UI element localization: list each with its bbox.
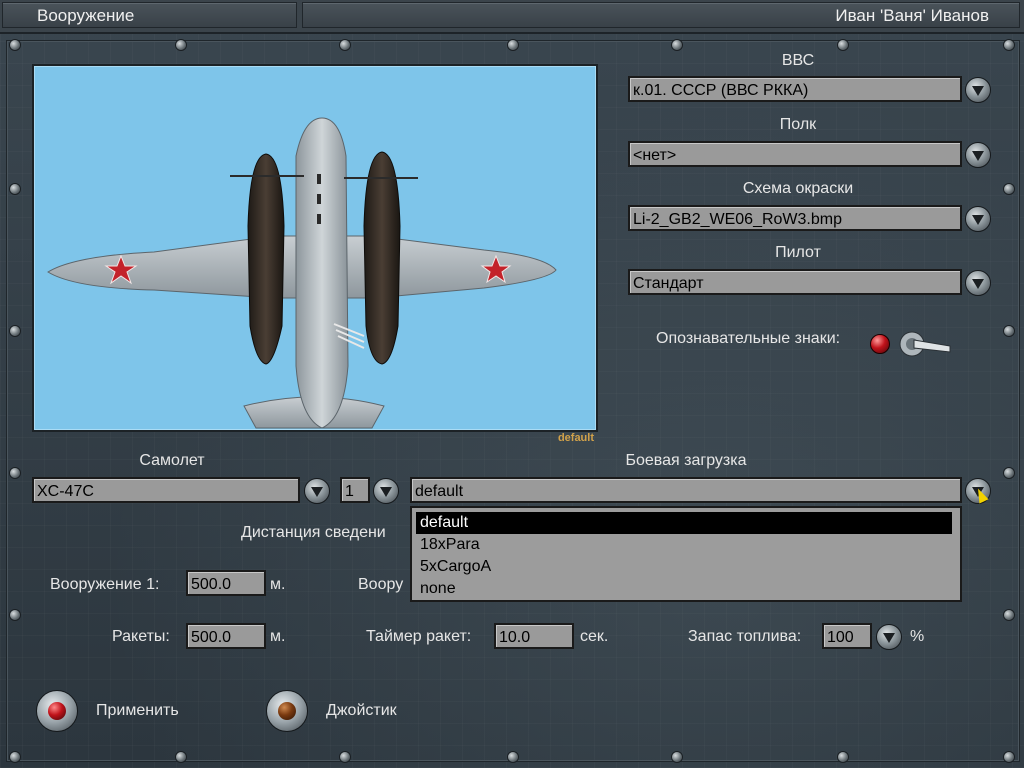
rockets-label: Ракеты: xyxy=(112,628,170,645)
skin-label: Схема окраски xyxy=(742,180,854,197)
rockets-input[interactable]: 500.0 xyxy=(186,623,266,649)
aircraft-select[interactable]: XC-47C xyxy=(32,477,300,503)
rivet-icon xyxy=(672,752,682,762)
markings-toggle-switch[interactable] xyxy=(898,326,958,362)
airforce-select[interactable]: к.01. СССР (ВВС РККА) xyxy=(628,76,962,102)
convergence-label: Дистанция сведени xyxy=(241,524,386,541)
pilot-label: Пилот xyxy=(775,244,821,261)
skin-select[interactable]: Li-2_GB2_WE06_RoW3.bmp xyxy=(628,205,962,231)
loadout-option[interactable]: none xyxy=(416,578,956,600)
rivet-icon xyxy=(838,40,848,50)
weapon1-label: Вооружение 1: xyxy=(50,576,160,593)
weapon1-unit: м. xyxy=(270,576,286,593)
markings-indicator-light xyxy=(870,334,890,354)
window-title: Вооружение xyxy=(2,2,297,28)
toggle-switch-icon xyxy=(899,331,951,357)
rivet-icon xyxy=(1004,752,1014,762)
apply-button[interactable] xyxy=(36,690,78,732)
fuel-select[interactable]: 100 xyxy=(822,623,872,649)
rivet-icon xyxy=(10,326,20,336)
aircraft-number-select[interactable]: 1 xyxy=(340,477,370,503)
skin-dropdown-button[interactable] xyxy=(965,206,991,232)
fuel-dropdown-button[interactable] xyxy=(876,624,902,650)
rivet-icon xyxy=(838,752,848,762)
rivet-icon xyxy=(1004,468,1014,478)
pilot-dropdown-button[interactable] xyxy=(965,270,991,296)
joystick-button-label[interactable]: Джойстик xyxy=(326,702,397,720)
loadout-option[interactable]: 5xCargoA xyxy=(416,556,956,578)
aircraft-label: Самолет xyxy=(139,452,205,469)
rivet-icon xyxy=(508,752,518,762)
rocket-timer-input[interactable]: 10.0 xyxy=(494,623,574,649)
rocket-timer-label: Таймер ракет: xyxy=(366,628,472,645)
regiment-label: Полк xyxy=(779,116,817,133)
joystick-button[interactable] xyxy=(266,690,308,732)
rivet-icon xyxy=(340,752,350,762)
rivet-icon xyxy=(508,40,518,50)
fuel-label: Запас топлива: xyxy=(688,628,802,645)
airforce-dropdown-button[interactable] xyxy=(965,77,991,103)
apply-button-label[interactable]: Применить xyxy=(96,702,179,720)
regiment-dropdown-button[interactable] xyxy=(965,142,991,168)
apply-lamp-icon xyxy=(48,702,66,720)
rivet-icon xyxy=(672,40,682,50)
rivet-icon xyxy=(340,40,350,50)
aircraft-number-dropdown-button[interactable] xyxy=(373,478,399,504)
rivet-icon xyxy=(10,752,20,762)
rivet-icon xyxy=(1004,610,1014,620)
loadout-option[interactable]: default xyxy=(416,512,952,534)
user-name: Иван 'Ваня' Иванов xyxy=(302,2,1020,28)
weapon1-input[interactable]: 500.0 xyxy=(186,570,266,596)
markings-label: Опознавательные знаки: xyxy=(656,330,841,347)
rockets-unit: м. xyxy=(270,628,286,645)
airforce-label: ВВС xyxy=(781,52,815,69)
rivet-icon xyxy=(1004,184,1014,194)
rivet-icon xyxy=(10,184,20,194)
rivet-icon xyxy=(10,468,20,478)
rivet-icon xyxy=(1004,40,1014,50)
loadout-option[interactable]: 18xPara xyxy=(416,534,956,556)
fuel-unit: % xyxy=(910,628,925,645)
loadout-dropdown-list[interactable]: default 18xPara 5xCargoA none xyxy=(410,506,962,602)
rivet-icon xyxy=(10,40,20,50)
aircraft-dropdown-button[interactable] xyxy=(304,478,330,504)
pilot-select[interactable]: Стандарт xyxy=(628,269,962,295)
weapon2-label: Воору xyxy=(358,576,404,593)
rocket-timer-unit: сек. xyxy=(580,628,609,645)
preview-caption: default xyxy=(557,432,594,444)
loadout-label: Боевая загрузка xyxy=(625,452,747,469)
rivet-icon xyxy=(176,752,186,762)
rivet-icon xyxy=(10,610,20,620)
rivet-icon xyxy=(1004,326,1014,336)
loadout-select[interactable]: default xyxy=(410,477,962,503)
joystick-lamp-icon xyxy=(278,702,296,720)
regiment-select[interactable]: <нет> xyxy=(628,141,962,167)
aircraft-preview[interactable] xyxy=(32,64,598,432)
rivet-icon xyxy=(176,40,186,50)
aircraft-image xyxy=(47,117,557,429)
title-bar: Вооружение Иван 'Ваня' Иванов xyxy=(0,0,1024,34)
